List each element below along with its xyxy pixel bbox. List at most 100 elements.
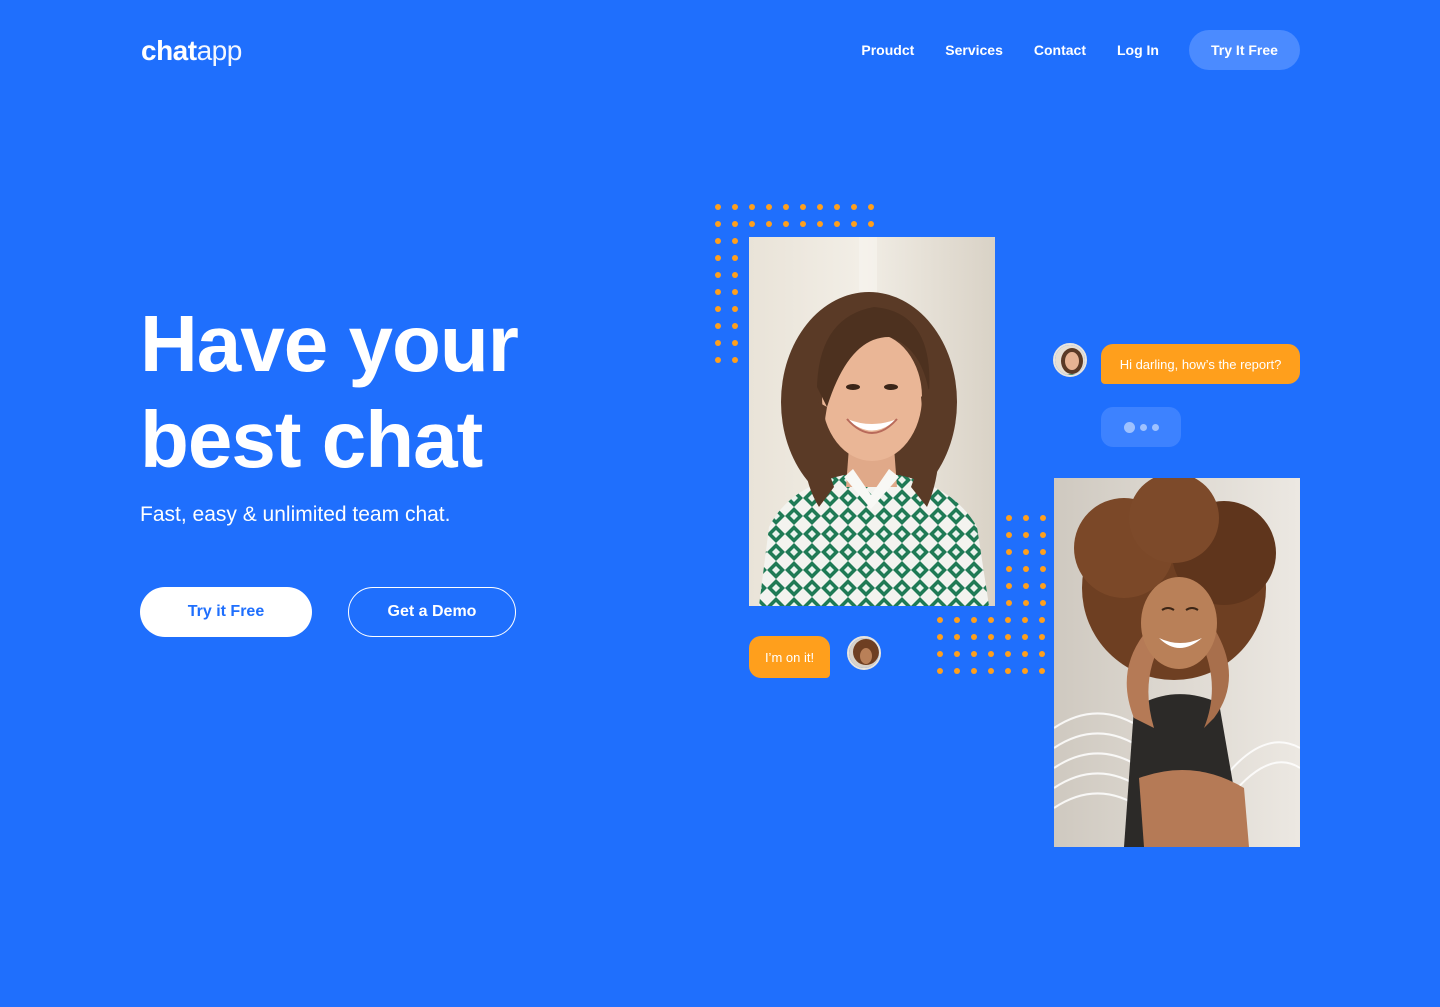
dot-shape [1022,668,1028,674]
dot-shape [1005,668,1011,674]
dot-shape [988,634,994,640]
dot-shape [732,221,738,227]
hero-subtitle: Fast, easy & unlimited team chat. [140,503,451,526]
dot-shape [1005,617,1011,623]
dot-shape [851,204,857,210]
dot-shape [868,221,874,227]
logo-light-text: app [196,35,243,66]
logo[interactable]: chatapp [141,34,242,68]
dot-shape [1040,583,1046,589]
dot-shape [1022,617,1028,623]
dot-shape [732,255,738,261]
dot-shape [1006,600,1012,606]
photo-woman-curly-hair [1054,478,1300,847]
dot-shape [1006,583,1012,589]
dot-shape [800,204,806,210]
dot-shape [749,204,755,210]
dot-shape [766,221,772,227]
avatar-woman-2[interactable] [847,636,881,670]
dot-shape [937,617,943,623]
typing-dot-icon [1139,423,1147,431]
dot-shape [937,651,943,657]
dot-shape [1040,532,1046,538]
dot-shape [1005,651,1011,657]
dot-shape [1023,583,1029,589]
dot-shape [715,306,721,312]
dot-shape [715,204,721,210]
dot-shape [1023,566,1029,572]
dot-shape [732,272,738,278]
dot-shape [732,323,738,329]
hero-title: Have your best chat [140,296,519,488]
nav-link-services[interactable]: Services [945,30,1003,70]
dot-shape [1022,634,1028,640]
dot-shape [1040,566,1046,572]
dot-shape [954,651,960,657]
dot-shape [954,668,960,674]
dot-shape [1022,651,1028,657]
dot-shape [732,306,738,312]
dot-shape [988,617,994,623]
dot-shape [732,204,738,210]
dot-shape [766,204,772,210]
dot-shape [1039,634,1045,640]
dot-shape [1005,634,1011,640]
dot-shape [715,340,721,346]
dot-shape [937,634,943,640]
dot-shape [732,289,738,295]
dot-shape [988,651,994,657]
nav-link-product[interactable]: Proudct [861,30,914,70]
typing-dot-icon [1151,423,1159,431]
hero-title-line-1: Have your [140,299,519,388]
dot-shape [937,668,943,674]
dot-shape [1039,617,1045,623]
dot-shape [1006,515,1012,521]
dot-shape [988,668,994,674]
dot-shape [715,357,721,363]
dot-shape [1006,566,1012,572]
chat-bubble-incoming: Hi darling, how’s the report? [1101,344,1300,384]
dot-shape [954,617,960,623]
try-free-button[interactable]: Try it Free [140,587,312,637]
nav-try-free-button[interactable]: Try It Free [1189,30,1300,70]
typing-indicator [1101,407,1181,447]
dot-shape [1006,549,1012,555]
dot-shape [715,289,721,295]
get-demo-button[interactable]: Get a Demo [348,587,516,637]
dot-shape [971,634,977,640]
dot-shape [1023,600,1029,606]
dot-shape [715,221,721,227]
dot-shape [800,221,806,227]
dot-shape [1040,549,1046,555]
dot-shape [1039,651,1045,657]
dot-shape [715,238,721,244]
dot-shape [783,204,789,210]
dot-shape [971,617,977,623]
dot-shape [834,204,840,210]
dot-shape [1023,515,1029,521]
dot-shape [1040,515,1046,521]
dot-shape [834,221,840,227]
dot-shape [1040,600,1046,606]
dot-shape [1039,668,1045,674]
dot-shape [954,634,960,640]
avatar-woman-1[interactable] [1053,343,1087,377]
dot-shape [732,238,738,244]
dot-shape [1023,549,1029,555]
chat-bubble-reply: I’m on it! [749,636,830,678]
dot-shape [817,221,823,227]
nav-link-login[interactable]: Log In [1117,30,1159,70]
logo-bold-text: chat [141,35,197,66]
dot-shape [749,221,755,227]
hero-title-line-2: best chat [140,395,483,484]
dot-shape [1023,532,1029,538]
photo-woman-smiling [749,237,995,606]
dot-shape [715,323,721,329]
dot-shape [971,668,977,674]
typing-dot-icon [1123,421,1135,433]
dot-shape [971,651,977,657]
nav-link-contact[interactable]: Contact [1034,30,1086,70]
dot-shape [732,340,738,346]
dot-shape [732,357,738,363]
dot-shape [715,255,721,261]
